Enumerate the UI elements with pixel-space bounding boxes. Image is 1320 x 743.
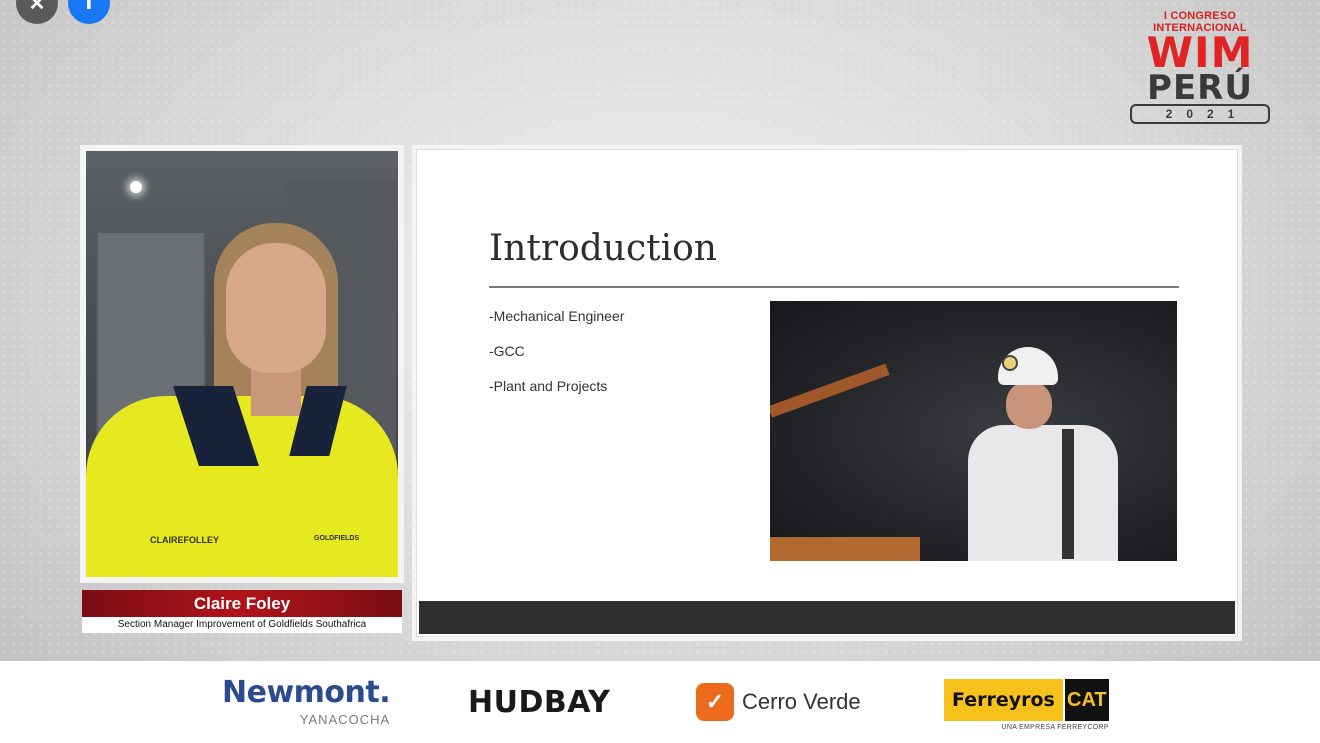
slide-title: Introduction — [489, 228, 717, 269]
photo-coverall — [968, 425, 1118, 561]
newmont-subtitle: YANACOCHA — [299, 712, 391, 727]
ceiling-light — [130, 181, 142, 193]
cat-logo: CAT — [1064, 679, 1109, 721]
presentation-slide-frame: Introduction -Mechanical Engineer -GCC -… — [412, 145, 1242, 641]
sponsor-newmont: Newmont. YANACOCHA — [222, 675, 391, 727]
ferreyros-name: Ferreyros — [944, 679, 1063, 721]
jacket-company-tag: GOLDFIELDS — [314, 535, 360, 542]
photo-headlamp — [1002, 355, 1018, 371]
ferreyros-subtitle: UNA EMPRESA FERREYCORP — [1001, 724, 1109, 731]
sponsor-bar: Newmont. YANACOCHA HUDBAY ✓ Cerro Verde … — [0, 661, 1320, 743]
speaker-video: CLAIREFOLLEY GOLDFIELDS — [80, 145, 404, 583]
stream-controls: ✕ f — [16, 0, 110, 24]
event-logo: I CONGRESO INTERNACIONAL WIM PERÚ 2021 — [1120, 10, 1280, 124]
slide-bullet: -GCC — [489, 343, 525, 359]
photo-rail — [770, 537, 920, 561]
jacket-name-tag: CLAIREFOLLEY — [150, 535, 219, 545]
presentation-slide: Introduction -Mechanical Engineer -GCC -… — [416, 149, 1238, 637]
cerro-verde-icon: ✓ — [696, 683, 734, 721]
photo-pipe — [770, 363, 890, 418]
slide-footer-bar — [419, 601, 1235, 634]
speaker-video-feed: CLAIREFOLLEY GOLDFIELDS — [86, 151, 398, 577]
photo-face — [1006, 381, 1052, 429]
cerro-verde-name: Cerro Verde — [742, 689, 861, 714]
close-icon: ✕ — [28, 0, 46, 15]
slide-bullet: -Plant and Projects — [489, 378, 608, 394]
speaker-face — [226, 243, 326, 373]
sponsor-cerro-verde: ✓ Cerro Verde — [696, 683, 861, 721]
event-brand: WIM — [1146, 28, 1254, 77]
slide-bullet: -Mechanical Engineer — [489, 308, 625, 324]
speaker-lower-third: Claire Foley Section Manager Improvement… — [82, 590, 402, 633]
event-country: PERÚ — [1147, 68, 1253, 108]
close-button[interactable]: ✕ — [16, 0, 58, 24]
newmont-logo: Newmont. — [222, 675, 391, 710]
slide-bullet-list: -Mechanical Engineer -GCC -Plant and Pro… — [489, 308, 624, 413]
ferreyros-logo: Ferreyros CAT — [944, 679, 1109, 721]
slide-title-rule — [489, 286, 1179, 288]
slide-photo-miner — [770, 301, 1177, 561]
speaker-role: Section Manager Improvement of Goldfield… — [82, 617, 402, 633]
facebook-button[interactable]: f — [68, 0, 110, 24]
sponsor-ferreyros: Ferreyros CAT UNA EMPRESA FERREYCORP — [944, 679, 1109, 731]
photo-harness-strap — [1062, 429, 1074, 559]
sponsor-hudbay: HUDBAY — [468, 685, 611, 720]
speaker-name: Claire Foley — [82, 590, 402, 617]
facebook-icon: f — [84, 0, 94, 15]
